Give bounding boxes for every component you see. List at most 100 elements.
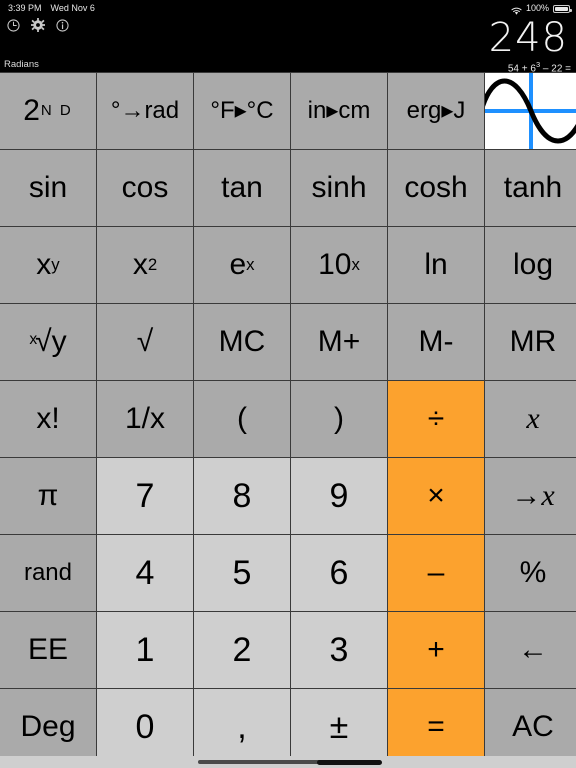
x-squared-key[interactable]: x2 bbox=[97, 227, 193, 303]
key-label: ln bbox=[424, 248, 448, 281]
left-paren-key[interactable]: ( bbox=[194, 381, 290, 457]
digit-1-key[interactable]: 1 bbox=[97, 612, 193, 688]
digit-9-key[interactable]: 9 bbox=[291, 458, 387, 534]
key-label: + bbox=[427, 633, 445, 666]
info-icon[interactable] bbox=[56, 18, 69, 32]
digit-6-key[interactable]: 6 bbox=[291, 535, 387, 611]
sinh-key[interactable]: sinh bbox=[291, 150, 387, 226]
digit-8-key[interactable]: 8 bbox=[194, 458, 290, 534]
keypad-grid: 2N D °→rad °F▸°C in▸cm erg▸J sin cos tan sinh cos… bbox=[0, 72, 576, 765]
root-index: x bbox=[29, 331, 38, 349]
key-label: ÷ bbox=[427, 402, 445, 435]
gear-icon[interactable] bbox=[31, 18, 45, 32]
cosh-key[interactable]: cosh bbox=[388, 150, 484, 226]
second-function-key[interactable]: 2N D bbox=[0, 73, 96, 149]
tanh-key[interactable]: tanh bbox=[485, 150, 576, 226]
key-label: 2 bbox=[23, 94, 41, 127]
status-date: Wed Nov 6 bbox=[50, 3, 95, 13]
memory-clear-key[interactable]: MC bbox=[194, 304, 290, 380]
key-label: e bbox=[229, 248, 247, 281]
status-bar: 3:39 PM Wed Nov 6 100% bbox=[0, 0, 576, 16]
calculator-display: 248 bbox=[489, 18, 568, 58]
key-label: Deg bbox=[20, 710, 76, 743]
key-label: MR bbox=[509, 325, 557, 358]
display-result: 248 bbox=[488, 15, 568, 61]
key-label: ( bbox=[237, 402, 247, 435]
deg-to-rad-key[interactable]: °→rad bbox=[97, 73, 193, 149]
key-label: 9 bbox=[329, 477, 349, 515]
calculator-app: 3:39 PM Wed Nov 6 100% 248 Radians 54 + … bbox=[0, 0, 576, 768]
divide-key[interactable]: ÷ bbox=[388, 381, 484, 457]
fahrenheit-to-celsius-key[interactable]: °F▸°C bbox=[194, 73, 290, 149]
tan-key[interactable]: tan bbox=[194, 150, 290, 226]
key-label: °→rad bbox=[110, 97, 180, 124]
digit-7-key[interactable]: 7 bbox=[97, 458, 193, 534]
equals-key[interactable]: = bbox=[388, 689, 484, 765]
key-label: 1/x bbox=[124, 402, 166, 435]
key-label: = bbox=[427, 710, 445, 743]
backspace-key[interactable]: ← bbox=[485, 612, 576, 688]
digit-4-key[interactable]: 4 bbox=[97, 535, 193, 611]
ten-to-the-x-key[interactable]: 10 x bbox=[291, 227, 387, 303]
digit-3-key[interactable]: 3 bbox=[291, 612, 387, 688]
square-root-key[interactable]: √ bbox=[97, 304, 193, 380]
graph-icon-key[interactable] bbox=[485, 73, 576, 149]
erg-to-joule-key[interactable]: erg▸J bbox=[388, 73, 484, 149]
x-to-the-y-key[interactable]: xy bbox=[0, 227, 96, 303]
angle-mode-label: Radians bbox=[4, 59, 39, 70]
key-label: π bbox=[37, 479, 59, 512]
key-label: ) bbox=[334, 402, 344, 435]
home-indicator-area bbox=[0, 756, 576, 768]
status-bar-right: 100% bbox=[511, 0, 572, 16]
digit-2-key[interactable]: 2 bbox=[194, 612, 290, 688]
digit-0-key[interactable]: 0 bbox=[97, 689, 193, 765]
key-label: 2 bbox=[232, 631, 252, 669]
key-label: 0 bbox=[135, 708, 155, 746]
key-label: x bbox=[132, 248, 148, 281]
xth-root-of-y-key[interactable]: x √y bbox=[0, 304, 96, 380]
all-clear-key[interactable]: AC bbox=[485, 689, 576, 765]
factorial-key[interactable]: x! bbox=[0, 381, 96, 457]
key-label: EE bbox=[27, 633, 69, 666]
key-label: tanh bbox=[503, 171, 563, 204]
memory-subtract-key[interactable]: M- bbox=[388, 304, 484, 380]
key-label: sin bbox=[28, 171, 68, 204]
cos-key[interactable]: cos bbox=[97, 150, 193, 226]
key-label: 3 bbox=[329, 631, 349, 669]
plus-minus-key[interactable]: ± bbox=[291, 689, 387, 765]
natural-log-key[interactable]: ln bbox=[388, 227, 484, 303]
key-label: tan bbox=[221, 171, 263, 204]
decimal-separator-key[interactable]: , bbox=[194, 689, 290, 765]
reciprocal-key[interactable]: 1/x bbox=[97, 381, 193, 457]
key-label: →x bbox=[511, 479, 555, 512]
add-key[interactable]: + bbox=[388, 612, 484, 688]
key-label: AC bbox=[512, 710, 554, 743]
inch-to-cm-key[interactable]: in▸cm bbox=[291, 73, 387, 149]
memory-recall-key[interactable]: MR bbox=[485, 304, 576, 380]
clock-icon[interactable] bbox=[7, 18, 20, 32]
key-label: °F▸°C bbox=[210, 97, 274, 124]
e-to-the-x-key[interactable]: ex bbox=[194, 227, 290, 303]
key-label: √y bbox=[35, 325, 67, 358]
log-key[interactable]: log bbox=[485, 227, 576, 303]
random-key[interactable]: rand bbox=[0, 535, 96, 611]
key-label: log bbox=[512, 248, 554, 281]
subtract-key[interactable]: – bbox=[388, 535, 484, 611]
memory-add-key[interactable]: M+ bbox=[291, 304, 387, 380]
app-icon-bar bbox=[7, 18, 69, 32]
digit-5-key[interactable]: 5 bbox=[194, 535, 290, 611]
key-label: x! bbox=[36, 402, 60, 435]
exponent-entry-key[interactable]: EE bbox=[0, 612, 96, 688]
key-label: % bbox=[519, 556, 547, 589]
pi-key[interactable]: π bbox=[0, 458, 96, 534]
degree-mode-key[interactable]: Deg bbox=[0, 689, 96, 765]
right-paren-key[interactable]: ) bbox=[291, 381, 387, 457]
variable-x-key[interactable]: x bbox=[485, 381, 576, 457]
status-bar-left: 3:39 PM Wed Nov 6 bbox=[8, 0, 95, 16]
sin-key[interactable]: sin bbox=[0, 150, 96, 226]
percent-key[interactable]: % bbox=[485, 535, 576, 611]
key-label: 1 bbox=[135, 631, 155, 669]
key-label: M+ bbox=[317, 325, 361, 358]
multiply-key[interactable]: × bbox=[388, 458, 484, 534]
store-to-x-key[interactable]: →x bbox=[485, 458, 576, 534]
